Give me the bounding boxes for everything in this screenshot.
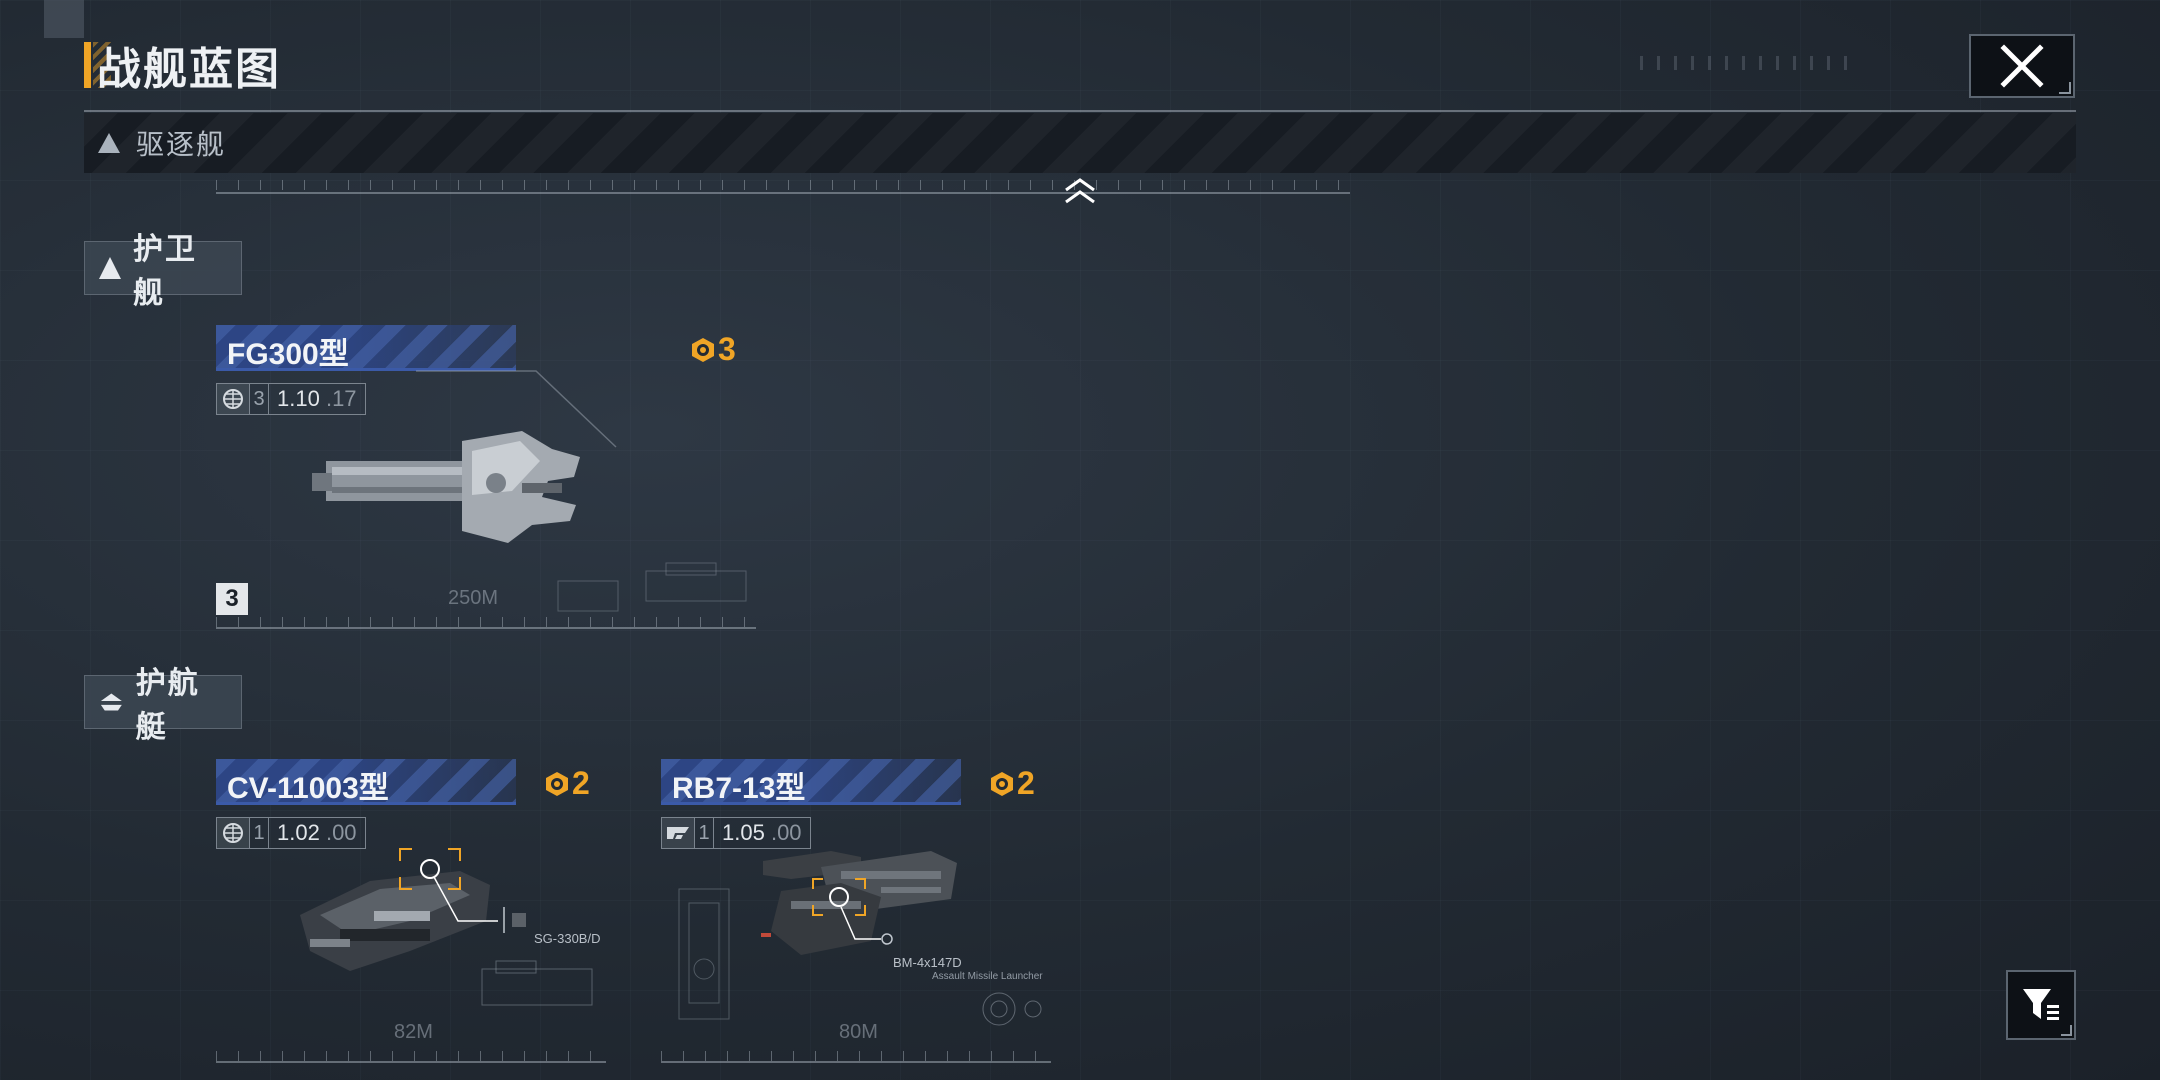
scale-ticks [216,1051,606,1061]
ship-card-cv11003[interactable]: CV-11003型 2 1 1.02 .00 SG-330B/D 82M [216,759,606,1064]
ship-image-fg300 [312,431,580,543]
page-title-group: 战舰蓝图 [84,40,281,95]
escort-class-icon [100,693,122,711]
scale-line [216,1061,606,1063]
category-label-destroyer: 驱逐舰 [136,128,227,161]
weapon-description: Assault Missile Launcher [932,971,1043,982]
ship-cost: 2 [989,765,1035,802]
header-barcode-decoration [1640,56,1847,70]
ship-cost: 3 [690,331,736,368]
header-divider [84,110,2076,112]
ship-name-bar: CV-11003型 [216,759,516,805]
ship-cost: 2 [544,765,590,802]
globe-icon [216,817,250,849]
ship-name: RB7-13型 [672,772,806,805]
category-label-escort: 护航艇 [135,666,200,745]
version-main: 1.10 [277,386,320,411]
ship-cost-value: 3 [718,331,736,367]
triangle-up-icon [98,133,120,153]
ship-version: 1.02 .00 [268,817,366,849]
ship-name-bar: RB7-13型 [661,759,961,805]
category-tab-escort[interactable]: 护航艇 [84,666,242,745]
ship-cost-value: 2 [1017,765,1035,801]
filter-icon [2023,989,2059,1020]
scale-line [661,1061,1051,1063]
close-icon [2000,44,2044,88]
ship-name-bar: FG300型 [216,325,516,371]
ship-name: CV-11003型 [227,772,389,805]
globe-icon [216,383,250,415]
weapon-label: BM-4x147D [893,955,962,970]
ship-cost-value: 2 [572,765,590,801]
version-main: 1.05 [722,820,765,845]
version-main: 1.02 [277,820,320,845]
triangle-up-icon [99,257,121,279]
weapon-target-reticle [812,878,893,945]
faction-emblem-icon [661,817,695,849]
category-tab-frigate[interactable]: 护卫舰 [84,232,242,311]
ship-version: 1.10 .17 [268,383,366,415]
destroyer-scale-line [216,192,1350,194]
ship-size: 250M [448,587,499,609]
ship-rank-badge: 3 [216,583,248,615]
ship-blueprint-diagram [481,960,593,1006]
destroyer-scale-ticks [216,180,1350,190]
version-sub: 00 [332,820,357,845]
collapse-chevron-button[interactable] [1062,176,1098,210]
ship-tier: 3 [250,383,268,415]
category-label-frigate: 护卫舰 [133,232,197,311]
ship-card-fg300[interactable]: FG300型 3 3 1.10 .17 3 250M [216,325,756,630]
weapon-label: SG-330B/D [534,931,601,946]
chevron-up-icon [1065,178,1095,204]
ship-tier: 1 [695,817,713,849]
ship-size: 80M [839,1021,878,1043]
page-title: 战舰蓝图 [97,44,281,95]
close-button[interactable] [1969,34,2075,98]
cost-coin-icon [991,771,1013,796]
ship-blueprint-diagram [557,562,747,612]
cost-coin-icon [692,337,714,362]
category-bar-destroyer[interactable]: 驱逐舰 [84,113,2076,173]
filter-button[interactable] [2006,970,2076,1040]
ship-stats: 3 1.10 .17 [216,383,366,415]
version-sub: 17 [332,386,357,411]
ship-name: FG300型 [227,338,349,371]
title-accent-bar [84,42,91,88]
ship-size: 82M [394,1021,433,1043]
ship-tier: 1 [250,817,268,849]
ship-stats: 1 1.02 .00 [216,817,366,849]
weapon-target-reticle [399,848,526,933]
ship-top-view-blueprint [678,888,730,1020]
scale-ticks [661,1051,1051,1061]
ship-card-rb713[interactable]: RB7-13型 2 1 1.05 .00 BM-4x147D Assault M… [661,759,1051,1064]
corner-decoration [44,0,84,38]
cost-coin-icon [546,771,568,796]
ship-emblem-diagram [982,992,1042,1026]
scale-line [216,627,756,629]
